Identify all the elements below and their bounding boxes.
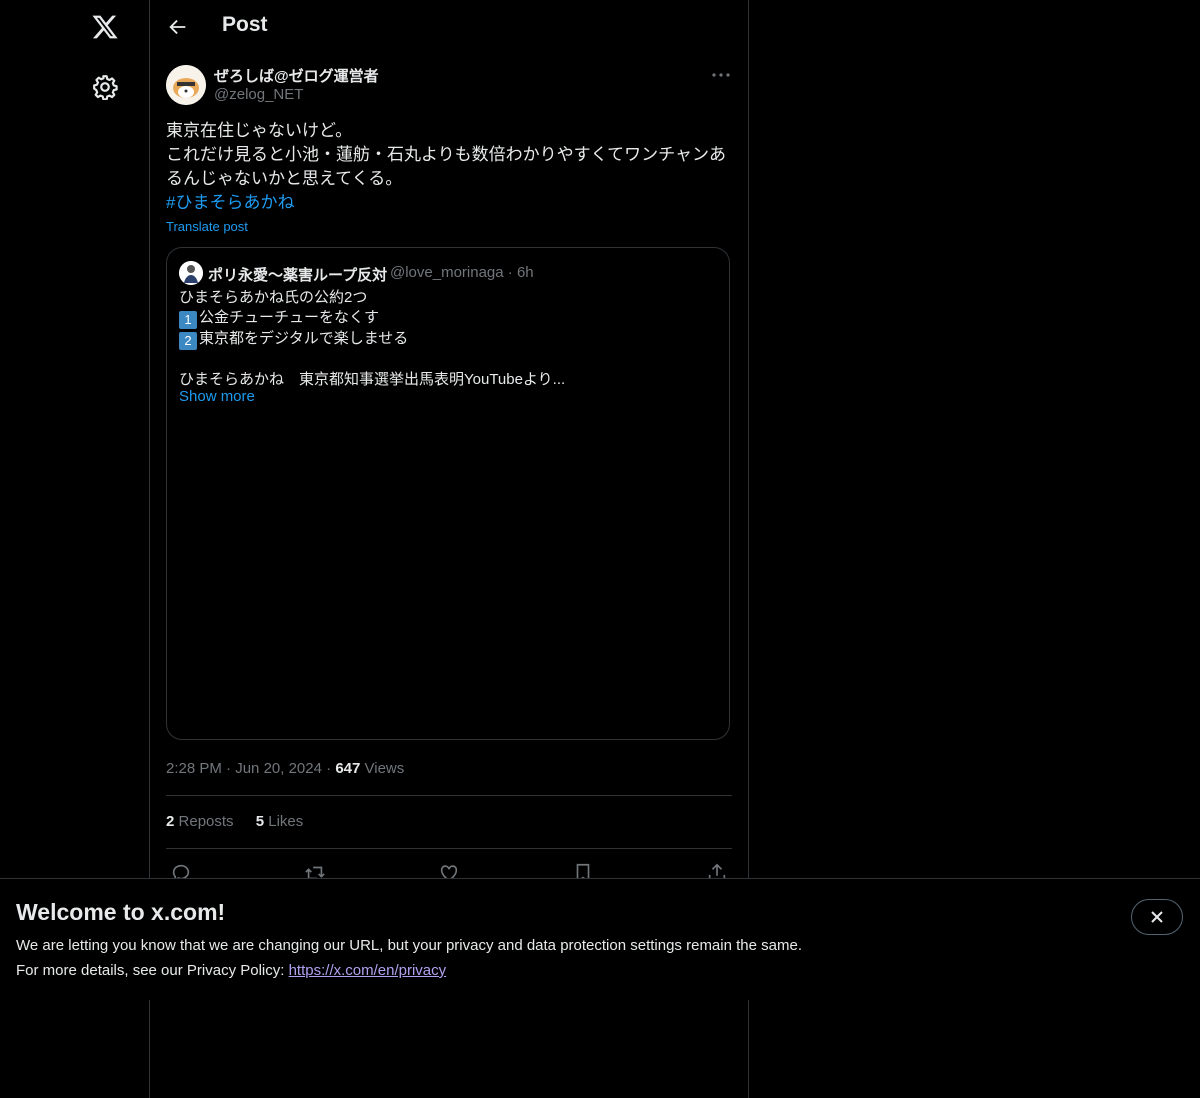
keycap-2-icon: 2 <box>179 332 197 350</box>
divider <box>166 795 732 796</box>
reposts-stat[interactable]: 2 Reposts <box>166 813 234 830</box>
avatar <box>179 261 203 285</box>
banner-privacy-note: For more details, see our Privacy Policy… <box>16 962 446 979</box>
quoted-text-line: 2 東京都をデジタルで楽しませる <box>179 329 719 350</box>
quoted-post-text: ひまそらあかね氏の公約2つ 1 公金チューチューをなくす 2 東京都をデジタルで楽し… <box>179 288 719 390</box>
quoted-text-line: 1 公金チューチューをなくす <box>179 308 719 329</box>
reposts-label: Reposts <box>178 813 234 830</box>
divider <box>166 848 732 849</box>
quoted-text-line: ひまそらあかね 東京都知事選挙出馬表明YouTubeより... <box>179 371 566 388</box>
quoted-author-meta: @love_morinaga · 6h <box>390 264 534 281</box>
gear-icon[interactable] <box>92 74 118 100</box>
views-count: 647 <box>335 760 361 777</box>
more-options-icon[interactable] <box>710 68 732 82</box>
post-text-line: るんじゃないかと思えてくる。 <box>166 169 403 188</box>
quoted-text-item: 東京都をデジタルで楽しませる <box>199 330 409 347</box>
author-handle[interactable]: @zelog_NET <box>214 86 303 103</box>
welcome-banner: Welcome to x.com! We are letting you kno… <box>0 878 1200 1000</box>
close-banner-button[interactable] <box>1131 899 1183 935</box>
quoted-text-blank <box>179 350 719 370</box>
arrow-left-icon[interactable] <box>167 16 189 38</box>
quoted-post-header: ポリ永愛〜薬害ループ反対 @love_morinaga · 6h <box>179 261 719 285</box>
views-label: Views <box>364 760 405 777</box>
close-icon <box>1151 911 1163 923</box>
post-date[interactable]: Jun 20, 2024 <box>235 760 322 777</box>
x-logo-icon[interactable] <box>90 13 120 41</box>
keycap-1-icon: 1 <box>179 311 197 329</box>
post-text: 東京在住じゃないけど。 これだけ見ると小池・蓮舫・石丸よりも数倍わかりやすくてワ… <box>166 119 732 215</box>
avatar[interactable] <box>166 65 206 105</box>
quoted-text-line: ひまそらあかね氏の公約2つ <box>179 289 368 306</box>
post-header: Post <box>150 0 748 54</box>
banner-message: We are letting you know that we are chan… <box>16 937 802 954</box>
hashtag-link[interactable]: #ひまそらあかね <box>166 191 732 215</box>
privacy-policy-link[interactable]: https://x.com/en/privacy <box>289 962 447 979</box>
page-title: Post <box>222 13 268 36</box>
quoted-text-item: 公金チューチューをなくす <box>199 309 380 326</box>
post-timestamp: 2:28 PM · Jun 20, 2024 · 647 Views <box>166 760 405 777</box>
likes-stat[interactable]: 5 Likes <box>256 813 304 830</box>
post-text-line: これだけ見ると小池・蓮舫・石丸よりも数倍わかりやすくてワンチャンあ <box>166 145 726 164</box>
banner-title: Welcome to x.com! <box>16 899 226 925</box>
banner-privacy-prefix: For more details, see our Privacy Policy… <box>16 962 289 979</box>
reposts-count: 2 <box>166 813 175 830</box>
likes-label: Likes <box>268 813 304 830</box>
post-time[interactable]: 2:28 PM <box>166 760 222 777</box>
likes-count: 5 <box>255 813 265 830</box>
quoted-author-name: ポリ永愛〜薬害ループ反対 <box>208 267 388 284</box>
post-author: ぜろしば@ゼログ運営者 @zelog_NET <box>166 64 732 108</box>
quoted-post-time: 6h <box>516 264 534 281</box>
post-stats: 2 Reposts 5 Likes <box>166 813 321 830</box>
post-text-line: 東京在住じゃないけど。 <box>166 121 353 140</box>
translate-post-link[interactable]: Translate post <box>166 219 248 234</box>
show-more-link[interactable]: Show more <box>179 388 255 405</box>
quoted-post[interactable]: ポリ永愛〜薬害ループ反対 @love_morinaga · 6h ひまそらあかね… <box>166 247 730 740</box>
quoted-author-handle: @love_morinaga <box>390 264 504 281</box>
author-name[interactable]: ぜろしば@ゼログ運営者 <box>214 65 379 86</box>
